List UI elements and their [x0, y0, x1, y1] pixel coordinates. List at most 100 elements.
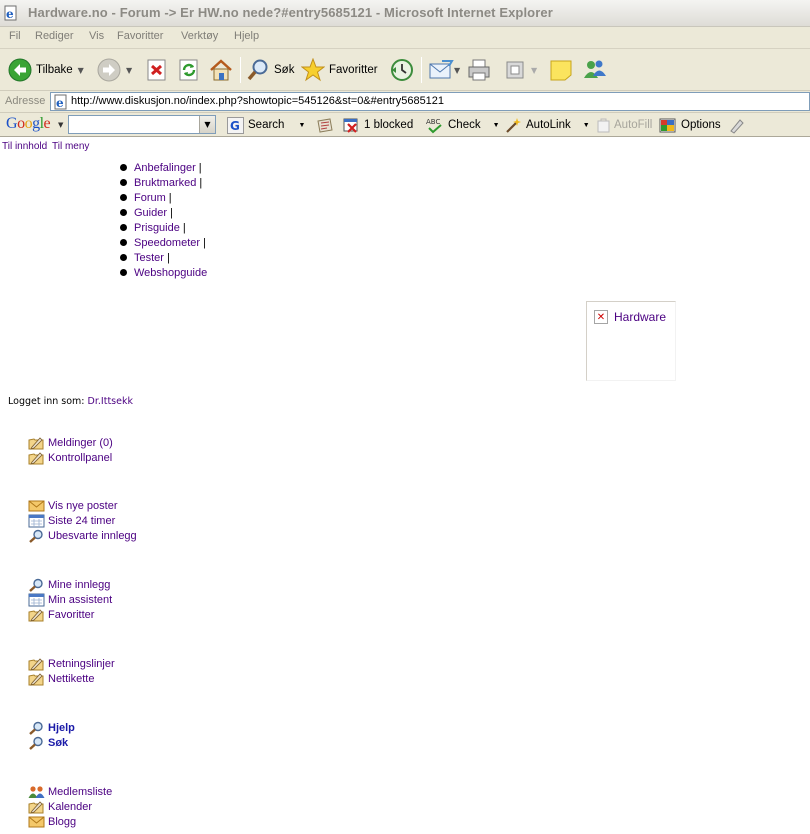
logged-in-user-link[interactable]: Dr.Ittsekk: [88, 396, 133, 407]
back-button[interactable]: Tilbake ▼: [8, 55, 84, 85]
menu-tools[interactable]: Verktøy: [181, 30, 218, 42]
options-label: Options: [681, 119, 721, 131]
autolink-button[interactable]: AutoLink ▼: [504, 116, 590, 134]
user-menu-item[interactable]: Retningslinjer: [28, 656, 115, 671]
google-search-input[interactable]: ▼: [68, 115, 216, 134]
nav-link-tester[interactable]: Tester: [134, 252, 164, 264]
skip-to-content-link[interactable]: Til innhold: [2, 141, 47, 152]
user-menu-item[interactable]: Hjelp: [28, 720, 75, 735]
user-menu-link[interactable]: Medlemsliste: [48, 786, 112, 798]
history-button[interactable]: [389, 55, 415, 85]
user-menu-link[interactable]: Hjelp: [48, 722, 75, 734]
user-menu-link[interactable]: Mine innlegg: [48, 579, 110, 591]
menu-help[interactable]: Hjelp: [234, 30, 259, 42]
nav-link-webshopguide[interactable]: Webshopguide: [134, 267, 207, 279]
refresh-button[interactable]: [178, 55, 200, 85]
user-menu-link[interactable]: Favoritter: [48, 609, 94, 621]
skip-to-menu-link[interactable]: Til meny: [52, 141, 89, 152]
stop-button[interactable]: [146, 55, 168, 85]
autolink-dropdown-icon[interactable]: ▼: [583, 122, 590, 129]
back-dropdown-icon[interactable]: ▼: [78, 66, 84, 75]
search-options-dropdown-icon[interactable]: ▼: [298, 122, 305, 129]
google-search-dropdown-icon[interactable]: ▼: [199, 116, 215, 133]
favorites-button[interactable]: Favoritter: [301, 55, 378, 85]
user-menu-item[interactable]: Kalender: [28, 799, 112, 814]
nav-link-bruktmarked[interactable]: Bruktmarked: [134, 177, 196, 189]
standard-toolbar: Tilbake ▼ ▼ Søk Favoritter ▼ ▼: [0, 49, 810, 91]
menu-view[interactable]: Vis: [89, 30, 104, 42]
forward-dropdown-icon[interactable]: ▼: [126, 66, 132, 75]
nav-link-forum[interactable]: Forum: [134, 192, 166, 204]
favorites-label: Favoritter: [329, 64, 378, 76]
menu-file[interactable]: Fil: [9, 30, 21, 42]
mail-button[interactable]: ▼: [428, 55, 460, 85]
address-input[interactable]: e http://www.diskusjon.no/index.php?show…: [50, 92, 810, 111]
user-menu-item[interactable]: Medlemsliste: [28, 784, 112, 799]
nav-link-anbefalinger[interactable]: Anbefalinger: [134, 162, 196, 174]
user-menu-link[interactable]: Nettikette: [48, 673, 94, 685]
user-menu-link[interactable]: Søk: [48, 737, 68, 749]
refresh-icon: [179, 59, 198, 81]
user-menu-item[interactable]: Siste 24 timer: [28, 513, 137, 528]
nav-link-speedometer[interactable]: Speedometer: [134, 237, 200, 249]
nav-link-guider[interactable]: Guider: [134, 207, 167, 219]
user-menu-item[interactable]: Favoritter: [28, 607, 112, 622]
site-logo-placeholder[interactable]: ✕ Hardware: [586, 301, 676, 381]
svg-text:G: G: [230, 119, 240, 133]
broken-image-icon: ✕: [594, 310, 608, 324]
spellcheck-button[interactable]: ABC Check ▼: [426, 116, 500, 134]
menu-favorites[interactable]: Favoritter: [117, 30, 163, 42]
options-button[interactable]: Options: [659, 116, 721, 134]
user-menu-item[interactable]: Meldinger (0): [28, 435, 113, 450]
magnifier-icon: [28, 736, 45, 750]
messenger-button[interactable]: [582, 55, 608, 85]
mail-dropdown-icon[interactable]: ▼: [454, 66, 460, 75]
user-menu-item[interactable]: Kontrollpanel: [28, 450, 113, 465]
logo-alt-text: Hardware: [614, 310, 667, 324]
highlighter-button[interactable]: [728, 116, 745, 134]
user-menu-link[interactable]: Vis nye poster: [48, 500, 118, 512]
user-menu-link[interactable]: Kalender: [48, 801, 92, 813]
user-menu-item[interactable]: Nettikette: [28, 671, 115, 686]
search-label: Søk: [274, 64, 295, 76]
highlighter-icon: [730, 118, 744, 134]
user-menu-link[interactable]: Meldinger (0): [48, 437, 113, 449]
print-button[interactable]: [466, 55, 492, 85]
user-menu-link[interactable]: Blogg: [48, 816, 76, 828]
menu-edit[interactable]: Rediger: [35, 30, 74, 42]
check-dropdown-icon[interactable]: ▼: [493, 122, 500, 129]
forward-button[interactable]: ▼: [97, 55, 132, 85]
user-menu-item[interactable]: Vis nye poster: [28, 498, 137, 513]
user-menu-link[interactable]: Siste 24 timer: [48, 515, 115, 527]
nav-link-prisguide[interactable]: Prisguide: [134, 222, 180, 234]
google-logo[interactable]: Google: [6, 115, 51, 133]
magic-wand-icon: [506, 117, 521, 133]
magnifier-icon: [28, 721, 45, 735]
discuss-button[interactable]: [549, 55, 573, 85]
title-bar: e Hardware.no - Forum -> Er HW.no nede?#…: [0, 0, 810, 27]
pagerank-button[interactable]: [316, 116, 334, 134]
user-menu-link[interactable]: Min assistent: [48, 594, 112, 606]
home-button[interactable]: [208, 55, 234, 85]
page-icon: e: [54, 94, 67, 110]
user-menu-item[interactable]: Ubesvarte innlegg: [28, 528, 137, 543]
google-menu-dropdown-icon[interactable]: ▼: [58, 121, 63, 129]
user-menu-item[interactable]: Søk: [28, 735, 75, 750]
search-button[interactable]: Søk: [246, 55, 294, 85]
user-menu-link[interactable]: Ubesvarte innlegg: [48, 530, 137, 542]
folder-pencil-icon: [28, 672, 45, 686]
user-menu-link[interactable]: Kontrollpanel: [48, 452, 112, 464]
user-menu-link[interactable]: Retningslinjer: [48, 658, 115, 670]
check-label: Check: [448, 119, 481, 131]
edit-dropdown-icon[interactable]: ▼: [531, 66, 537, 75]
home-icon: [210, 59, 232, 81]
user-menu-item[interactable]: Mine innlegg: [28, 577, 112, 592]
popup-blocker-button[interactable]: 1 blocked: [343, 116, 413, 134]
edit-button[interactable]: ▼: [504, 55, 537, 85]
folder-pencil-icon: [28, 436, 45, 450]
envelope-icon: [28, 499, 45, 513]
user-menu-item[interactable]: Min assistent: [28, 592, 112, 607]
user-menu-item[interactable]: Blogg: [28, 814, 112, 829]
autofill-button[interactable]: AutoFill: [596, 116, 652, 134]
google-search-button[interactable]: G Search ▼: [227, 116, 305, 134]
